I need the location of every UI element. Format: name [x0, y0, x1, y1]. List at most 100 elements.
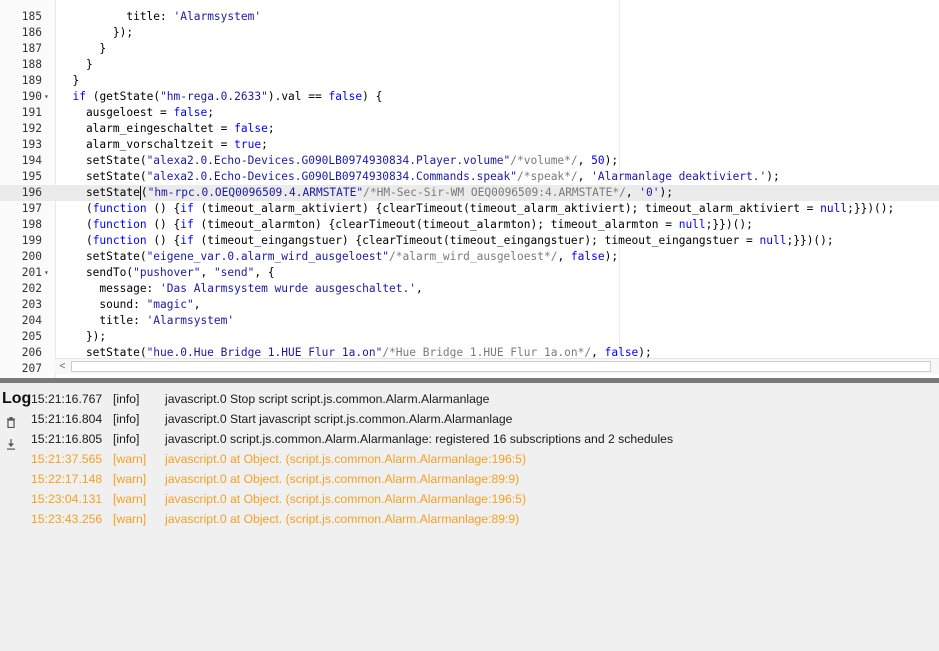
code-token: );: [766, 170, 780, 183]
code-token: }: [59, 74, 80, 87]
code-token: function: [92, 202, 147, 215]
code-token: false: [328, 90, 363, 103]
code-token: (timeout_eingangstuer) {clearTimeout(tim…: [193, 234, 760, 247]
log-level: [warn]: [113, 452, 147, 466]
log-level: [warn]: [113, 512, 147, 526]
line-number: 185: [21, 10, 42, 23]
scroll-left-arrow-icon[interactable]: <: [55, 359, 70, 374]
code-line[interactable]: 185 title: 'Alarmsystem': [0, 9, 939, 25]
code-token: ;: [267, 122, 275, 135]
code-editor[interactable]: 185 title: 'Alarmsystem' 186 }); 187 } 188 …: [0, 0, 939, 378]
code-text: title: 'Alarmsystem': [59, 9, 261, 25]
line-number: 190: [21, 90, 42, 103]
log-message: javascript.0 at Object. (script.js.commo…: [165, 452, 527, 466]
code-token: /*HM-Sec-Sir-WM OEQ0096509:4.ARMSTATE*/: [363, 186, 626, 199]
log-entry: 15:23:43.256 [warn] javascript.0 at Object…: [0, 509, 939, 529]
code-token: 50: [591, 154, 605, 167]
log-level: [info]: [113, 432, 140, 446]
code-token: ;}})();: [705, 218, 753, 231]
code-token: setState(: [59, 170, 147, 183]
code-token: ;: [207, 106, 214, 119]
line-number: 200: [21, 250, 42, 263]
code-token: title:: [59, 314, 147, 327]
code-line[interactable]: 191 ausgeloest = false;: [0, 105, 939, 121]
line-number: 207: [21, 362, 42, 375]
code-line[interactable]: 197 (function () {if (timeout_alarm_akti…: [0, 201, 939, 217]
code-token: ;}})();: [847, 202, 895, 215]
code-token: 'Das Alarmsystem wurde ausgeschaltet.': [160, 282, 416, 295]
code-token: ,: [625, 186, 640, 199]
code-token: ) {: [362, 90, 383, 103]
line-number: 197: [21, 202, 42, 215]
code-token: "magic": [146, 298, 194, 311]
code-line[interactable]: 199 (function () {if (timeout_eingangstu…: [0, 233, 939, 249]
code-line[interactable]: 200 setState("eigene_var.0.alarm_wird_au…: [0, 249, 939, 265]
code-line[interactable]: 198 (function () {if (timeout_alarmton) …: [0, 217, 939, 233]
code-token: ,: [416, 282, 423, 295]
line-number: 203: [21, 298, 42, 311]
log-message: javascript.0 Start javascript script.js.…: [165, 412, 513, 426]
fold-arrow-icon[interactable]: ▾: [44, 89, 49, 105]
code-token: (timeout_alarm_aktiviert) {clearTimeout(…: [193, 202, 821, 215]
code-token: ,: [200, 266, 214, 279]
code-token: setState(: [59, 250, 147, 263]
horizontal-scrollbar[interactable]: <: [55, 358, 939, 374]
log-time: 15:21:16.767: [31, 392, 103, 406]
code-token: "eigene_var.0.alarm_wird_ausgeloest": [146, 250, 390, 263]
code-text: if (getState("hm-rega.0.2633").val == fa…: [59, 89, 382, 105]
code-token: if: [72, 90, 86, 103]
code-token: function: [92, 234, 147, 247]
code-token: /*speak*/: [517, 170, 578, 183]
code-line[interactable]: 192 alarm_eingeschaltet = false;: [0, 121, 939, 137]
code-token: if: [180, 218, 194, 231]
code-text: ausgeloest = false;: [59, 105, 214, 121]
code-line[interactable]: 201 ▾ sendTo("pushover", "send", {: [0, 265, 939, 281]
code-text: });: [59, 25, 133, 41]
code-token: ,: [577, 154, 592, 167]
code-line[interactable]: 186 });: [0, 25, 939, 41]
code-token: alarm_eingeschaltet =: [59, 122, 235, 135]
log-level: [warn]: [113, 472, 147, 486]
code-token: false: [570, 250, 605, 263]
code-line[interactable]: 190 ▾ if (getState("hm-rega.0.2633").val …: [0, 89, 939, 105]
code-line[interactable]: 205 });: [0, 329, 939, 345]
code-line[interactable]: 188 }: [0, 57, 939, 73]
scrollbar-thumb[interactable]: [71, 361, 931, 372]
code-token: "send": [213, 266, 255, 279]
log-time: 15:21:16.805: [31, 432, 103, 446]
code-token: }: [59, 42, 107, 55]
code-token: ,: [557, 250, 571, 263]
code-line[interactable]: 193 alarm_vorschaltzeit = true;: [0, 137, 939, 153]
code-token: 'Alarmsystem': [173, 10, 262, 23]
log-entry: 15:21:16.804 [info] javascript.0 Start jav…: [0, 409, 939, 429]
code-token: /*volume*/: [510, 154, 578, 167]
code-text: (function () {if (timeout_eingangstuer) …: [59, 233, 834, 249]
log-message: javascript.0 at Object. (script.js.commo…: [165, 472, 520, 486]
code-token: );: [604, 250, 619, 263]
code-line[interactable]: 189 }: [0, 73, 939, 89]
code-token: ).val ==: [267, 90, 329, 103]
code-line[interactable]: 187 }: [0, 41, 939, 57]
code-token: null: [820, 202, 848, 215]
code-token: }: [59, 58, 93, 71]
log-message: javascript.0 Stop script script.js.commo…: [165, 392, 490, 406]
code-line[interactable]: 202 message: 'Das Alarmsystem wurde ausg…: [0, 281, 939, 297]
code-line[interactable]: 194 setState("alexa2.0.Echo-Devices.G090…: [0, 153, 939, 169]
log-time: 15:23:04.131: [31, 492, 103, 506]
code-line[interactable]: 195 setState("alexa2.0.Echo-Devices.G090…: [0, 169, 939, 185]
code-line[interactable]: 203 sound: "magic",: [0, 297, 939, 313]
code-token: (: [59, 234, 93, 247]
code-line[interactable]: 196 setState("hm-rpc.0.OEQ0096509.4.ARMS…: [0, 185, 939, 201]
line-number: 204: [21, 314, 42, 327]
code-token: () {: [146, 202, 181, 215]
code-token: if: [180, 234, 194, 247]
code-line[interactable]: 204 title: 'Alarmsystem': [0, 313, 939, 329]
fold-arrow-icon[interactable]: ▾: [44, 265, 49, 281]
code-token: title:: [59, 10, 174, 23]
log-entry: 15:22:17.148 [warn] javascript.0 at Object…: [0, 469, 939, 489]
code-token: "pushover": [133, 266, 201, 279]
code-text: }: [59, 41, 106, 57]
line-number: 191: [21, 106, 42, 119]
code-token: });: [59, 330, 107, 343]
log-level: [info]: [113, 412, 140, 426]
